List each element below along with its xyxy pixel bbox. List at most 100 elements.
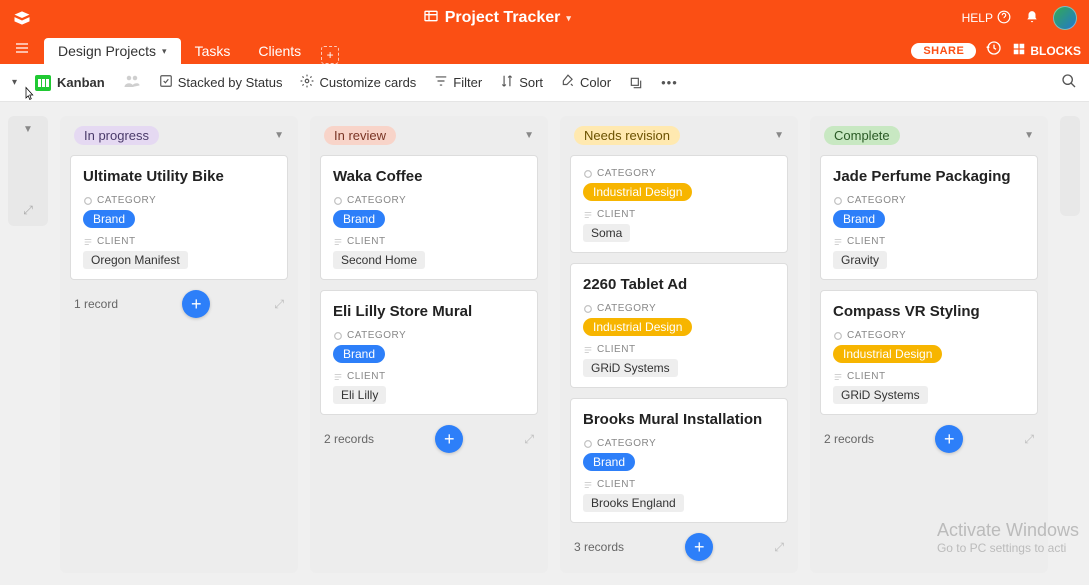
- card-title: 2260 Tablet Ad: [583, 276, 775, 293]
- add-record-button[interactable]: +: [182, 290, 210, 318]
- collaborators-icon[interactable]: [123, 72, 141, 93]
- filter-button[interactable]: Filter: [434, 74, 482, 91]
- more-icon[interactable]: •••: [661, 75, 678, 90]
- column-title-pill: Complete: [824, 126, 900, 145]
- category-tag: Industrial Design: [583, 183, 692, 201]
- share-view-icon[interactable]: [629, 76, 643, 90]
- record-count: 2 records: [824, 432, 874, 446]
- filter-icon: [434, 74, 448, 91]
- category-label: CATEGORY: [583, 303, 775, 314]
- column-footer: 2 records + ⤢: [820, 415, 1038, 455]
- color-button[interactable]: Color: [561, 74, 611, 91]
- table-tab[interactable]: Design Projects▾: [44, 38, 181, 64]
- client-value: Brooks England: [583, 494, 684, 512]
- column-title-pill: In review: [324, 126, 396, 145]
- sort-icon: [500, 74, 514, 91]
- table-tab[interactable]: Clients: [244, 38, 315, 64]
- chevron-down-icon[interactable]: ▼: [524, 130, 534, 141]
- paint-icon: [561, 74, 575, 91]
- card-title: Brooks Mural Installation: [583, 411, 775, 428]
- expand-icon[interactable]: ⤢: [774, 540, 784, 555]
- chevron-down-icon[interactable]: ▼: [274, 130, 284, 141]
- card-title: Waka Coffee: [333, 168, 525, 185]
- column-header[interactable]: Complete ▼: [820, 126, 1038, 145]
- sort-button[interactable]: Sort: [500, 74, 543, 91]
- category-tag: Industrial Design: [833, 345, 942, 363]
- top-header: Project Tracker ▾ HELP: [0, 0, 1089, 36]
- add-record-button[interactable]: +: [685, 533, 713, 561]
- view-switcher[interactable]: Kanban: [35, 75, 105, 91]
- record-count: 1 record: [74, 297, 118, 311]
- kanban-column: In progress ▼ Ultimate Utility BikeCATEGOR…: [60, 116, 298, 573]
- record-card[interactable]: 2260 Tablet AdCATEGORYIndustrial DesignC…: [570, 263, 788, 388]
- category-label: CATEGORY: [583, 168, 775, 179]
- bell-icon[interactable]: [1025, 10, 1039, 27]
- category-label: CATEGORY: [833, 330, 1025, 341]
- record-card[interactable]: Brooks Mural InstallationCATEGORYBrandCL…: [570, 398, 788, 523]
- expand-icon[interactable]: ⤢: [23, 203, 33, 218]
- add-record-button[interactable]: +: [935, 425, 963, 453]
- category-tag: Brand: [833, 210, 885, 228]
- card-title: Jade Perfume Packaging: [833, 168, 1025, 185]
- workspace-title[interactable]: Project Tracker ▾: [32, 8, 962, 29]
- tab-label: Clients: [258, 43, 301, 59]
- category-tag: Brand: [583, 453, 635, 471]
- expand-icon[interactable]: ⤢: [1024, 432, 1034, 447]
- column-title-pill: In progress: [74, 126, 159, 145]
- column-header[interactable]: In progress ▼: [70, 126, 288, 145]
- client-value: Second Home: [333, 251, 425, 269]
- column-title-pill: Needs revision: [574, 126, 680, 145]
- collapsed-column-right[interactable]: [1060, 116, 1080, 216]
- record-card[interactable]: Compass VR StylingCATEGORYIndustrial Des…: [820, 290, 1038, 415]
- client-value: Soma: [583, 224, 630, 242]
- record-card[interactable]: Eli Lilly Store MuralCATEGORYBrandCLIENT…: [320, 290, 538, 415]
- column-footer: 3 records + ⤢: [570, 523, 788, 563]
- expand-icon[interactable]: ⤢: [524, 432, 534, 447]
- record-card[interactable]: Jade Perfume PackagingCATEGORYBrandCLIEN…: [820, 155, 1038, 280]
- add-record-button[interactable]: +: [435, 425, 463, 453]
- record-card[interactable]: Ultimate Utility BikeCATEGORYBrandCLIENT…: [70, 155, 288, 280]
- chevron-down-icon[interactable]: ▼: [1024, 130, 1034, 141]
- client-value: Oregon Manifest: [83, 251, 188, 269]
- blocks-button[interactable]: BLOCKS: [1012, 42, 1081, 59]
- customize-cards-button[interactable]: Customize cards: [300, 74, 416, 91]
- share-button[interactable]: SHARE: [911, 43, 976, 59]
- add-table-button[interactable]: +: [321, 46, 339, 64]
- tables-tab-bar: Design Projects▾ Tasks Clients + SHARE BLO…: [0, 36, 1089, 64]
- tab-label: Tasks: [195, 43, 231, 59]
- help-button[interactable]: HELP: [962, 10, 1011, 27]
- kanban-board[interactable]: ▼ ⤢ In progress ▼ Ultimate Utility BikeCAT…: [0, 102, 1089, 585]
- category-label: CATEGORY: [83, 195, 275, 206]
- toolbar-chevron-icon[interactable]: ▾: [12, 77, 17, 88]
- history-icon[interactable]: [986, 40, 1002, 61]
- gear-icon: [300, 74, 314, 91]
- record-card[interactable]: CATEGORYIndustrial DesignCLIENTSoma: [570, 155, 788, 253]
- category-label: CATEGORY: [833, 195, 1025, 206]
- user-avatar[interactable]: [1053, 6, 1077, 30]
- client-label: CLIENT: [583, 479, 775, 490]
- tab-label: Design Projects: [58, 43, 156, 59]
- search-icon[interactable]: [1061, 73, 1077, 92]
- client-label: CLIENT: [333, 236, 525, 247]
- collapsed-column-left[interactable]: ▼ ⤢: [8, 116, 48, 226]
- expand-icon[interactable]: ⤢: [274, 297, 284, 312]
- airtable-logo-icon[interactable]: [12, 8, 32, 28]
- checkbox-icon: [159, 74, 173, 91]
- table-tab[interactable]: Tasks: [181, 38, 245, 64]
- hamburger-icon[interactable]: [14, 40, 30, 61]
- record-count: 3 records: [574, 540, 624, 554]
- column-header[interactable]: In review ▼: [320, 126, 538, 145]
- chevron-down-icon[interactable]: ▼: [23, 124, 33, 135]
- client-value: GRiD Systems: [833, 386, 928, 404]
- record-card[interactable]: Waka CoffeeCATEGORYBrandCLIENTSecond Hom…: [320, 155, 538, 280]
- stacked-by-button[interactable]: Stacked by Status: [159, 74, 283, 91]
- column-footer: 1 record + ⤢: [70, 280, 288, 320]
- client-value: Gravity: [833, 251, 887, 269]
- kanban-column: Needs revision ▼ CATEGORY Industrial Design…: [560, 116, 798, 573]
- record-count: 2 records: [324, 432, 374, 446]
- chevron-down-icon[interactable]: ▼: [774, 130, 784, 141]
- client-label: CLIENT: [833, 371, 1025, 382]
- blocks-icon: [1012, 42, 1026, 59]
- column-header[interactable]: Needs revision ▼: [570, 126, 788, 145]
- card-title: Eli Lilly Store Mural: [333, 303, 525, 320]
